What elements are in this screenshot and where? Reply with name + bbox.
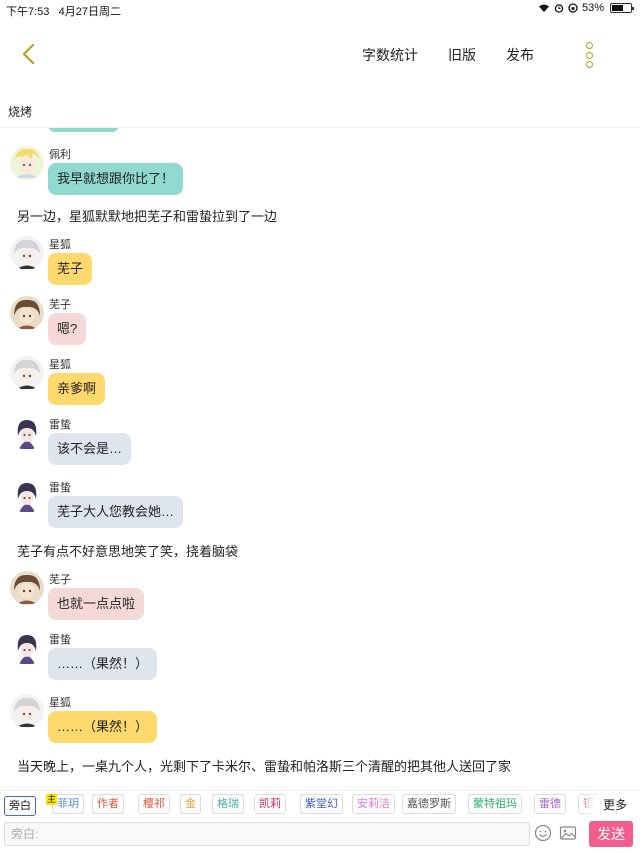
role-chip[interactable]: 作者 bbox=[92, 794, 124, 814]
avatar[interactable] bbox=[10, 571, 44, 605]
nav-actions: 字数统计 旧版 发布 bbox=[362, 45, 534, 65]
message-bubble[interactable]: 我早就想跟你比了！ bbox=[48, 163, 184, 195]
avatar[interactable] bbox=[10, 146, 44, 180]
speaker-name: 雷蛰 bbox=[49, 634, 71, 646]
send-button[interactable]: 发送 bbox=[589, 821, 633, 847]
message-bubble[interactable]: ……（果然！） bbox=[48, 648, 158, 680]
image-icon bbox=[559, 826, 577, 840]
avatar[interactable] bbox=[10, 296, 44, 330]
avatar[interactable] bbox=[10, 631, 44, 665]
status-date: 4月27日周二 bbox=[58, 6, 121, 18]
menu-dot-icon bbox=[585, 61, 593, 68]
role-chip[interactable]: 凯莉 bbox=[254, 794, 286, 814]
rotation-lock-icon bbox=[568, 3, 578, 13]
image-button[interactable] bbox=[559, 824, 577, 842]
scene-title: 烧烤 bbox=[8, 105, 33, 119]
avatar[interactable] bbox=[10, 479, 44, 513]
role-chip[interactable]: 紫堂幻 bbox=[300, 794, 343, 814]
narration-text[interactable]: 芜子有点不好意思地笑了笑，挠着脑袋 bbox=[17, 541, 238, 560]
message-bubble[interactable]: 也就一点点啦 bbox=[48, 588, 145, 620]
avatar[interactable] bbox=[10, 236, 44, 270]
speaker-name: 芜子 bbox=[49, 574, 71, 586]
message-bubble[interactable]: 亲爹啊 bbox=[48, 373, 106, 405]
speaker-name: 芜子 bbox=[49, 299, 71, 311]
partial-message-bubble[interactable] bbox=[48, 128, 119, 132]
message-bubble[interactable]: 芜子 bbox=[48, 253, 93, 285]
avatar[interactable] bbox=[10, 694, 44, 728]
role-chip[interactable]: 嘉德罗斯 bbox=[402, 794, 456, 814]
menu-dot-icon bbox=[585, 42, 593, 49]
role-chip[interactable]: 雷德 bbox=[534, 794, 566, 814]
main-role-badge: 主 bbox=[46, 794, 58, 805]
speaker-name: 雷蛰 bbox=[49, 482, 71, 494]
role-chip[interactable]: 樱祁 bbox=[138, 794, 170, 814]
role-selector-bar[interactable]: 旁白 菲玥 作者 樱祁 金 格瑞 凯莉 紫堂幻 安莉洁 嘉德罗斯 蒙特祖玛 雷德… bbox=[0, 790, 640, 820]
speaker-name: 雷蛰 bbox=[49, 419, 71, 431]
role-chip[interactable]: 安莉洁 bbox=[352, 794, 395, 814]
message-bubble[interactable]: 该不会是… bbox=[48, 433, 132, 465]
status-right: 53% bbox=[538, 2, 634, 14]
smiley-icon bbox=[534, 824, 552, 842]
role-chip[interactable]: 金 bbox=[180, 794, 201, 814]
speaker-name: 星狐 bbox=[49, 359, 71, 371]
role-chip-narrator[interactable]: 旁白 bbox=[4, 796, 36, 816]
chat-area[interactable]: 佩利 我早就想跟你比了！ 另一边，星狐默默地把芜子和雷蛰拉到了一边 星狐 芜子 … bbox=[0, 128, 640, 780]
word-count-button[interactable]: 字数统计 bbox=[362, 45, 418, 65]
menu-dot-icon bbox=[585, 51, 593, 59]
speaker-name: 星狐 bbox=[49, 697, 71, 709]
narration-text[interactable]: 另一边，星狐默默地把芜子和雷蛰拉到了一边 bbox=[17, 206, 277, 225]
message-bubble[interactable]: 嗯? bbox=[48, 313, 87, 345]
input-row: 发送 bbox=[0, 820, 640, 853]
nav-bar: 字数统计 旧版 发布 bbox=[0, 18, 640, 90]
battery-icon bbox=[610, 3, 634, 13]
emoji-button[interactable] bbox=[534, 824, 552, 842]
battery-percent: 53% bbox=[581, 2, 604, 14]
status-time: 下午7:53 bbox=[6, 6, 50, 18]
publish-button[interactable]: 发布 bbox=[506, 45, 534, 65]
speaker-name: 佩利 bbox=[49, 149, 71, 161]
avatar[interactable] bbox=[10, 356, 44, 390]
role-chip[interactable]: 格瑞 bbox=[212, 794, 244, 814]
narration-text[interactable]: 当天晚上，一桌九个人，光剩下了卡米尔、雷蛰和帕洛斯三个清醒的把其他人送回了家 bbox=[17, 756, 511, 775]
role-chip[interactable]: 蒙特祖玛 bbox=[468, 794, 522, 814]
message-bubble[interactable]: 芜子大人您教会她… bbox=[48, 496, 184, 528]
old-version-button[interactable]: 旧版 bbox=[448, 45, 476, 65]
wifi-icon bbox=[538, 4, 549, 12]
message-bubble[interactable]: ……（果然！） bbox=[48, 711, 158, 743]
chevron-left-icon bbox=[22, 43, 35, 65]
status-left: 下午7:53 4月27日周二 bbox=[6, 3, 121, 19]
more-roles-button[interactable]: 更多 bbox=[594, 795, 636, 815]
alarm-icon bbox=[554, 4, 564, 13]
more-menu-button[interactable] bbox=[584, 42, 594, 68]
message-input[interactable] bbox=[4, 822, 530, 846]
avatar[interactable] bbox=[10, 416, 44, 450]
back-button[interactable] bbox=[14, 40, 44, 70]
status-bar: 下午7:53 4月27日周二 53% bbox=[0, 0, 640, 18]
speaker-name: 星狐 bbox=[49, 239, 71, 251]
